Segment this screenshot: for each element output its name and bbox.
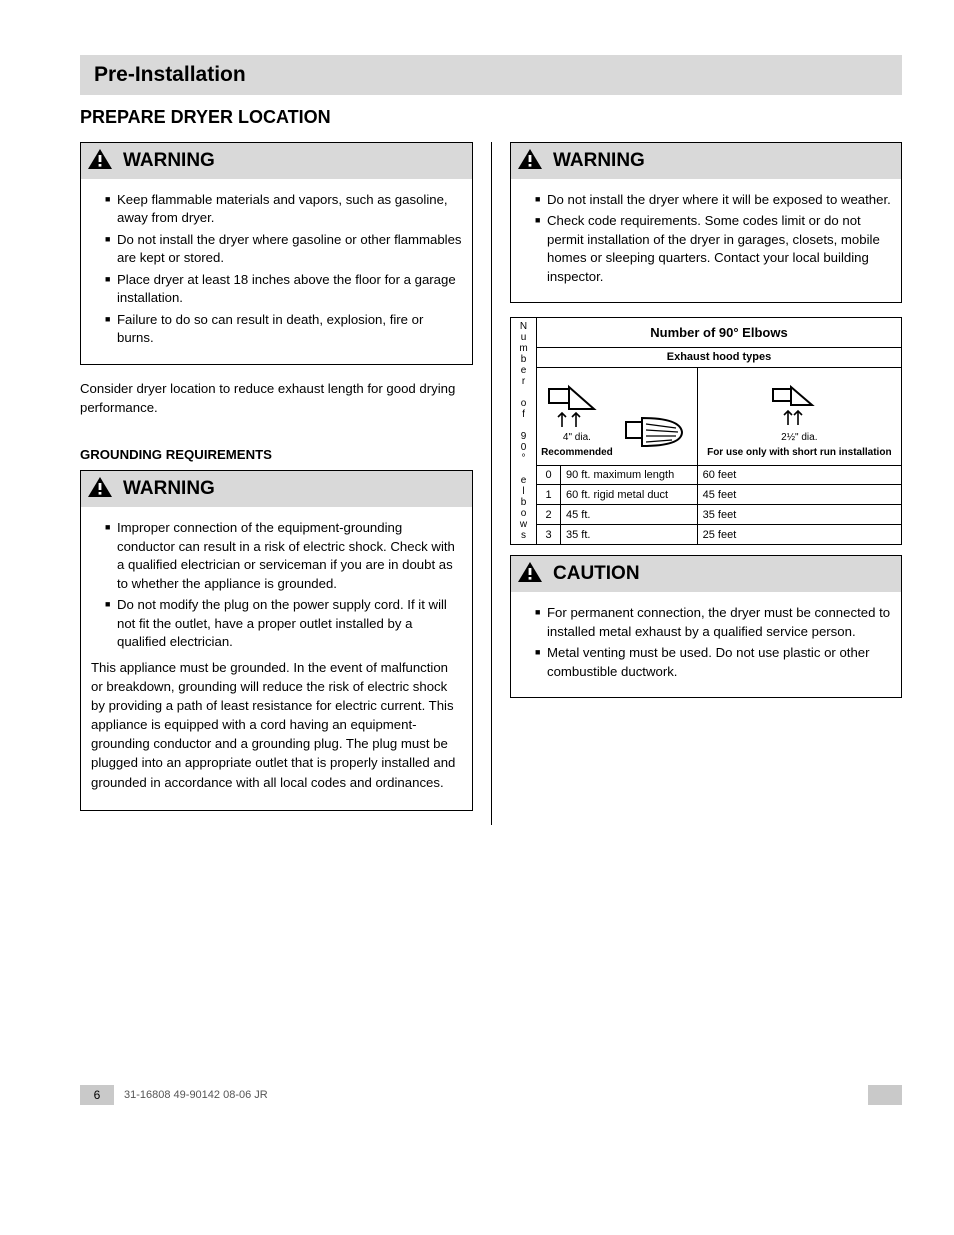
caution-item: For permanent connection, the dryer must…: [535, 604, 891, 641]
section-heading: PREPARE DRYER LOCATION: [80, 107, 902, 128]
page-title: Pre-Installation: [94, 63, 246, 87]
warning-grounding: WARNING Improper connection of the equip…: [80, 470, 473, 810]
exhaust-length-table: N u m b e r o f 9 0 ° e l b o w s Number…: [510, 317, 902, 545]
table-subhead: Exhaust hood types: [537, 347, 902, 367]
page-footer: 6 31-16808 49-90142 08-06 JR: [80, 1085, 902, 1105]
hood-label: Recommended: [541, 447, 613, 459]
table-cell: 1: [537, 485, 561, 505]
exhaust-hood-icon: [546, 383, 608, 429]
exhaust-hood-icon: [622, 412, 692, 458]
table-cell: 0: [537, 465, 561, 485]
warning-item: Failure to do so can result in death, ex…: [105, 311, 462, 348]
table-cell: 45 ft.: [561, 505, 698, 525]
warning-item: Place dryer at least 18 inches above the…: [105, 271, 462, 308]
exhaust-hood-icon: [770, 383, 828, 429]
warning-item: Improper connection of the equipment-gro…: [105, 519, 462, 593]
caution-label: CAUTION: [553, 563, 640, 585]
table-title: Number of 90° Elbows: [537, 318, 902, 347]
hood-label: For use only with short run installation: [707, 447, 891, 459]
warning-label: WARNING: [123, 150, 215, 172]
warning-item: Do not modify the plug on the power supp…: [105, 596, 462, 651]
warning-fire: WARNING Keep flammable materials and vap…: [80, 142, 473, 365]
warning-item: Check code requirements. Some codes limi…: [535, 212, 891, 286]
page-number: 6: [80, 1085, 114, 1105]
table-side-label: N u m b e r o f 9 0 ° e l b o w s: [511, 318, 537, 545]
warning-label: WARNING: [553, 150, 645, 172]
warning-label: WARNING: [123, 478, 215, 500]
alert-icon: [87, 476, 113, 503]
table-cell: 60 ft. rigid metal duct: [561, 485, 698, 505]
alert-icon: [87, 148, 113, 175]
doc-id: 31-16808 49-90142 08-06 JR: [124, 1089, 868, 1101]
table-cell: 3: [537, 525, 561, 545]
hood-caption: 4" dia.: [563, 432, 591, 444]
table-cell: 35 feet: [697, 505, 901, 525]
table-cell: 2: [537, 505, 561, 525]
warning-weather: WARNING Do not install the dryer where i…: [510, 142, 902, 303]
table-cell: 90 ft. maximum length: [561, 465, 698, 485]
caution-item: Metal venting must be used. Do not use p…: [535, 644, 891, 681]
right-column: WARNING Do not install the dryer where i…: [492, 142, 902, 825]
warning-item: This appliance must be grounded. In the …: [91, 658, 462, 792]
warning-item: Do not install the dryer where gasoline …: [105, 231, 462, 268]
page-title-bar: Pre-Installation: [80, 55, 902, 95]
warning-item: Do not install the dryer where it will b…: [535, 191, 891, 209]
location-note: Consider dryer location to reduce exhaus…: [80, 379, 473, 417]
caution-vent: CAUTION For permanent connection, the dr…: [510, 555, 902, 698]
left-column: WARNING Keep flammable materials and vap…: [80, 142, 492, 825]
alert-icon: [517, 148, 543, 175]
table-cell: 60 feet: [697, 465, 901, 485]
table-cell: 35 ft.: [561, 525, 698, 545]
warning-item: Keep flammable materials and vapors, suc…: [105, 191, 462, 228]
hood-caption: 2½" dia.: [781, 432, 817, 444]
table-cell: 45 feet: [697, 485, 901, 505]
subheading-grounding: GROUNDING REQUIREMENTS: [80, 445, 473, 464]
alert-icon: [517, 561, 543, 588]
footer-tail: [868, 1085, 902, 1105]
table-cell: 25 feet: [697, 525, 901, 545]
